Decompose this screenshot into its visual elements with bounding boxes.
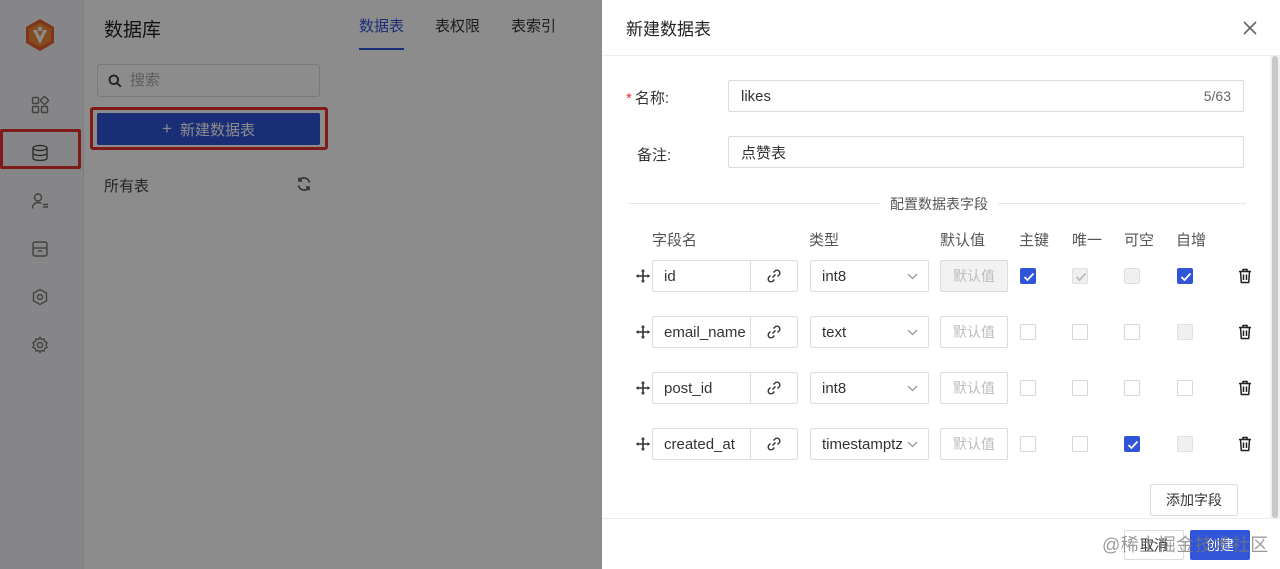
col-type: 类型 xyxy=(809,232,840,249)
col-unique: 唯一 xyxy=(1072,232,1103,249)
name-input[interactable] xyxy=(741,87,1204,105)
foreign-key-link-icon[interactable] xyxy=(751,261,797,291)
auto-inc-checkbox[interactable] xyxy=(1177,268,1193,284)
default-value-input[interactable]: 默认值 xyxy=(940,316,1008,348)
field-name-value[interactable]: post_id xyxy=(653,373,751,403)
name-char-count: 5/63 xyxy=(1203,88,1231,104)
type-select[interactable]: int8 xyxy=(810,372,929,404)
chevron-down-icon xyxy=(907,273,918,279)
remark-field[interactable] xyxy=(728,136,1244,168)
modal-overlay[interactable] xyxy=(0,0,602,569)
foreign-key-link-icon[interactable] xyxy=(751,429,797,459)
field-name-input[interactable]: created_at xyxy=(652,428,798,460)
close-icon[interactable] xyxy=(1242,20,1258,36)
field-name-value[interactable]: id xyxy=(653,261,751,291)
required-marker: * xyxy=(626,90,632,107)
add-field-button[interactable]: 添加字段 xyxy=(1150,484,1238,516)
name-field[interactable]: 5/63 xyxy=(728,80,1244,112)
drag-handle-icon[interactable] xyxy=(636,381,650,395)
col-auto-inc: 自增 xyxy=(1176,232,1207,249)
type-value: int8 xyxy=(822,379,847,397)
primary-checkbox[interactable] xyxy=(1020,324,1036,340)
field-name-input[interactable]: id xyxy=(652,260,798,292)
auto-inc-checkbox xyxy=(1177,324,1193,340)
primary-checkbox[interactable] xyxy=(1020,268,1036,284)
type-select[interactable]: text xyxy=(810,316,929,348)
field-name-input[interactable]: email_name xyxy=(652,316,798,348)
col-field-name: 字段名 xyxy=(652,232,698,249)
default-value-input[interactable]: 默认值 xyxy=(940,372,1008,404)
chevron-down-icon xyxy=(907,329,918,335)
field-name-value[interactable]: email_name xyxy=(653,317,751,347)
drag-handle-icon[interactable] xyxy=(636,437,650,451)
delete-trash-icon[interactable] xyxy=(1238,436,1252,452)
type-value: int8 xyxy=(822,267,847,285)
nullable-checkbox xyxy=(1124,268,1140,284)
drawer-scrollbar[interactable] xyxy=(1270,56,1280,518)
unique-checkbox[interactable] xyxy=(1072,436,1088,452)
section-title: 配置数据表字段 xyxy=(880,194,998,214)
drawer-header: 新建数据表 xyxy=(602,0,1280,56)
drag-handle-icon[interactable] xyxy=(636,269,650,283)
name-label-text: 名称: xyxy=(634,90,670,107)
type-select[interactable]: int8 xyxy=(810,260,929,292)
nullable-checkbox[interactable] xyxy=(1124,380,1140,396)
default-value-input: 默认值 xyxy=(940,260,1008,292)
type-value: text xyxy=(822,323,847,341)
field-name-value[interactable]: created_at xyxy=(653,429,751,459)
nullable-checkbox[interactable] xyxy=(1124,324,1140,340)
field-name-input[interactable]: post_id xyxy=(652,372,798,404)
drag-handle-icon[interactable] xyxy=(636,325,650,339)
delete-trash-icon[interactable] xyxy=(1238,268,1252,284)
auto-inc-checkbox[interactable] xyxy=(1177,380,1193,396)
unique-checkbox[interactable] xyxy=(1072,380,1088,396)
new-table-drawer: 新建数据表 *名称: 5/63 备注: 配置数据表字段 字段名 类型 默认值 主… xyxy=(602,0,1280,569)
watermark-text: @稀土掘金技术社区 xyxy=(1102,535,1269,555)
drawer-footer: 取消 创建 @稀土掘金技术社区 xyxy=(602,518,1280,569)
chevron-down-icon xyxy=(907,441,918,447)
delete-trash-icon[interactable] xyxy=(1238,380,1252,396)
remark-label: 备注: xyxy=(637,147,672,164)
type-value: timestamptz xyxy=(822,435,903,453)
remark-input[interactable] xyxy=(741,143,1231,161)
unique-checkbox[interactable] xyxy=(1072,324,1088,340)
primary-checkbox[interactable] xyxy=(1020,436,1036,452)
foreign-key-link-icon[interactable] xyxy=(751,373,797,403)
default-value-input[interactable]: 默认值 xyxy=(940,428,1008,460)
col-default: 默认值 xyxy=(940,232,986,249)
auto-inc-checkbox xyxy=(1177,436,1193,452)
unique-checkbox xyxy=(1072,268,1088,284)
primary-checkbox[interactable] xyxy=(1020,380,1036,396)
foreign-key-link-icon[interactable] xyxy=(751,317,797,347)
nullable-checkbox[interactable] xyxy=(1124,436,1140,452)
name-label: * 名称: xyxy=(626,87,669,108)
col-primary: 主键 xyxy=(1019,232,1050,249)
col-nullable: 可空 xyxy=(1124,232,1155,249)
type-select[interactable]: timestamptz xyxy=(810,428,929,460)
drawer-title: 新建数据表 xyxy=(626,20,711,39)
chevron-down-icon xyxy=(907,385,918,391)
delete-trash-icon[interactable] xyxy=(1238,324,1252,340)
scrollbar-thumb[interactable] xyxy=(1272,56,1278,518)
